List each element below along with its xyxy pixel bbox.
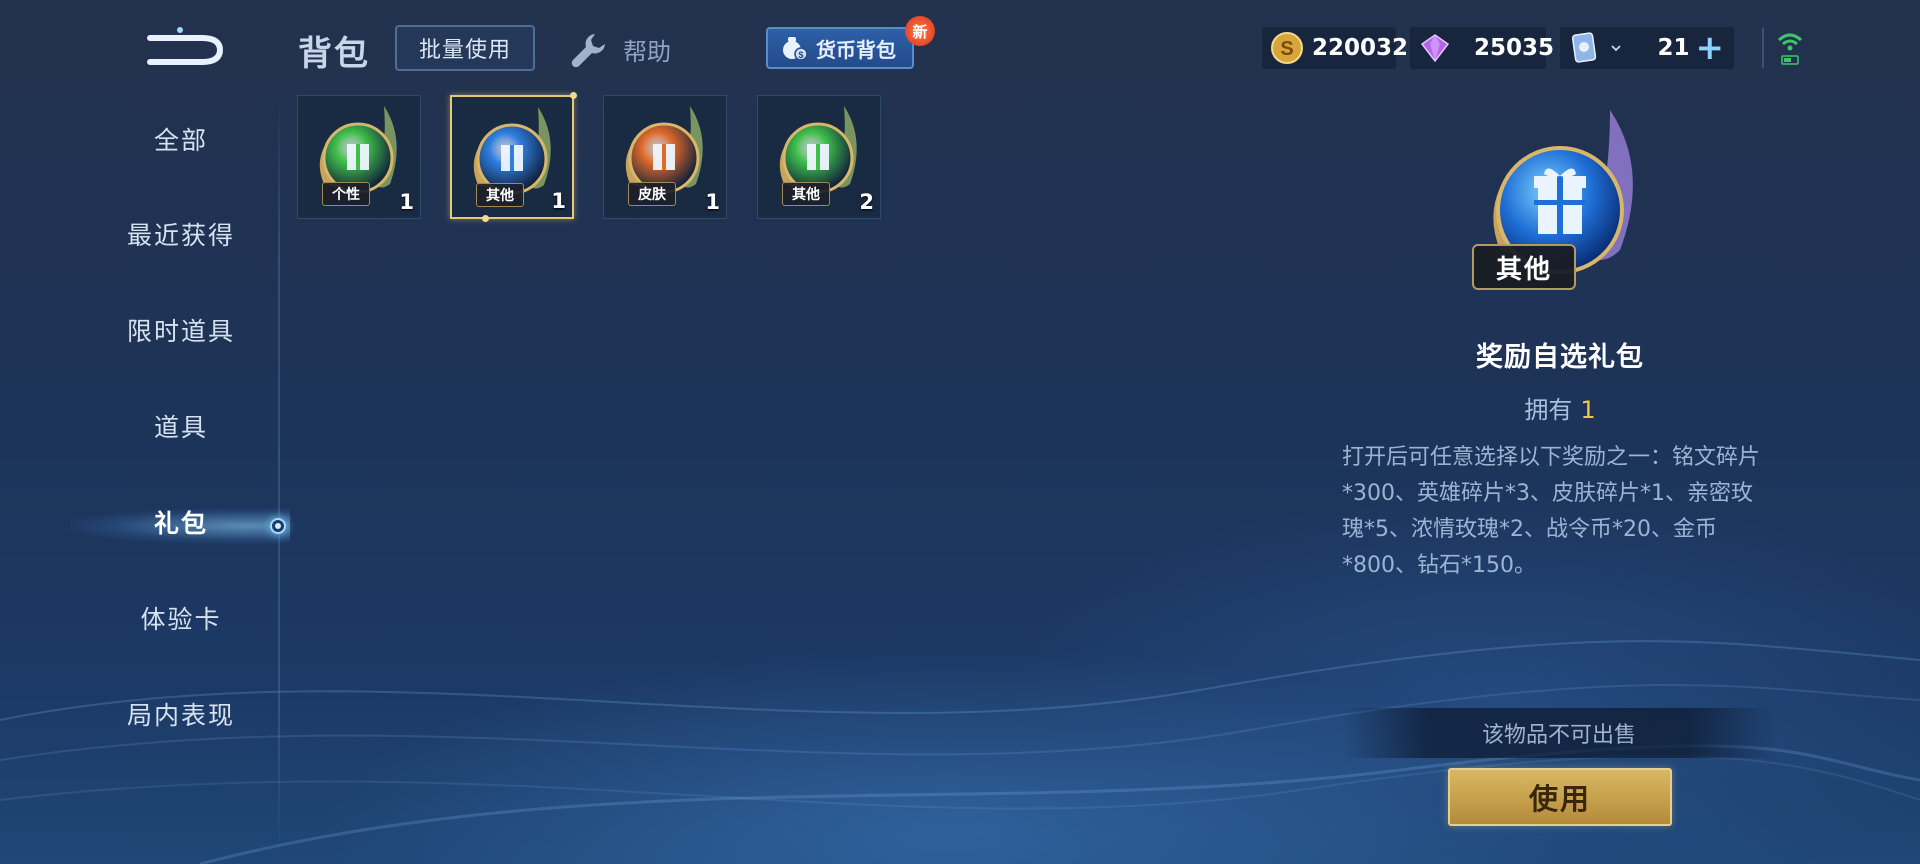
voucher-card-icon (1571, 32, 1597, 63)
item-count: 1 (705, 190, 720, 214)
chevron-down-icon[interactable] (1610, 42, 1622, 54)
batch-use-button[interactable]: 批量使用 (395, 25, 535, 71)
sidebar-item-label: 体验卡 (140, 605, 222, 634)
help-label: 帮助 (623, 37, 671, 66)
voucher-counter: 21 + (1560, 27, 1734, 69)
sidebar-item-label: 最近获得 (126, 221, 235, 250)
wrench-icon (571, 34, 605, 68)
item-category-tag: 其他 (782, 182, 830, 206)
help-button[interactable]: 帮助 (565, 26, 671, 72)
sidebar-item-label: 限时道具 (126, 317, 235, 346)
back-button[interactable] (140, 22, 230, 70)
not-sellable-text: 该物品不可出售 (1481, 723, 1636, 748)
gold-value: 220032 (1312, 35, 1409, 61)
new-badge: 新 (905, 16, 935, 46)
sidebar-item-label: 礼包 (153, 509, 208, 538)
inventory-item[interactable]: 个性 1 (297, 95, 421, 219)
currency-bag-label: 货币背包 (816, 37, 896, 62)
gold-coin-icon: S (1271, 32, 1303, 64)
inventory-item[interactable]: 其他 1 (450, 92, 577, 222)
inventory-item[interactable]: 其他 2 (757, 95, 881, 219)
diamond-icon (1420, 34, 1450, 63)
selection-corner (570, 92, 577, 99)
item-category-tag: 皮肤 (628, 182, 676, 206)
diamond-counter: 25035 (1410, 27, 1554, 69)
add-voucher-icon[interactable]: + (1696, 31, 1725, 65)
sidebar-item-6[interactable]: 局内表现 (0, 684, 365, 744)
sidebar-item-5[interactable]: 体验卡 (0, 588, 365, 648)
sidebar-item-3[interactable]: 道具 (0, 396, 365, 456)
item-name: 奖励自选礼包 (1476, 342, 1644, 373)
svg-text:$: $ (798, 50, 803, 60)
item-count: 2 (859, 190, 874, 214)
diamond-value: 25035 (1474, 35, 1555, 61)
page-title: 背包 (298, 34, 370, 74)
sidebar-item-label: 道具 (153, 413, 208, 442)
item-count: 1 (551, 189, 566, 213)
svg-text:S: S (1280, 38, 1293, 60)
back-arrow-icon (147, 27, 224, 65)
gold-counter: S 220032 (1262, 27, 1408, 69)
currency-bag-button[interactable]: $ 货币背包 (766, 27, 914, 69)
header-divider (1762, 28, 1764, 68)
item-category-tag: 其他 (476, 183, 524, 207)
detail-category-tag: 其他 (1472, 244, 1576, 290)
money-bag-icon: $ (783, 37, 808, 61)
use-button[interactable]: 使用 (1448, 768, 1672, 826)
selection-corner (482, 215, 489, 222)
owned-value: 1 (1580, 396, 1596, 424)
item-category-tag: 个性 (322, 182, 370, 206)
inventory-item[interactable]: 皮肤 1 (603, 95, 727, 219)
voucher-value: 21 (1657, 35, 1690, 61)
sidebar-item-2[interactable]: 限时道具 (0, 300, 365, 360)
sidebar-item-4[interactable]: 礼包 (0, 492, 365, 552)
wifi-signal-icon (1777, 33, 1803, 65)
item-count: 1 (399, 190, 414, 214)
item-description: 打开后可任意选择以下奖励之一：铭文碎片*300、英雄碎片*3、皮肤碎片*1、亲密… (1342, 445, 1761, 578)
owned-label: 拥有 (1524, 396, 1573, 424)
owned-count: 拥有 1 (1340, 390, 1780, 425)
sidebar-item-label: 局内表现 (126, 701, 235, 730)
